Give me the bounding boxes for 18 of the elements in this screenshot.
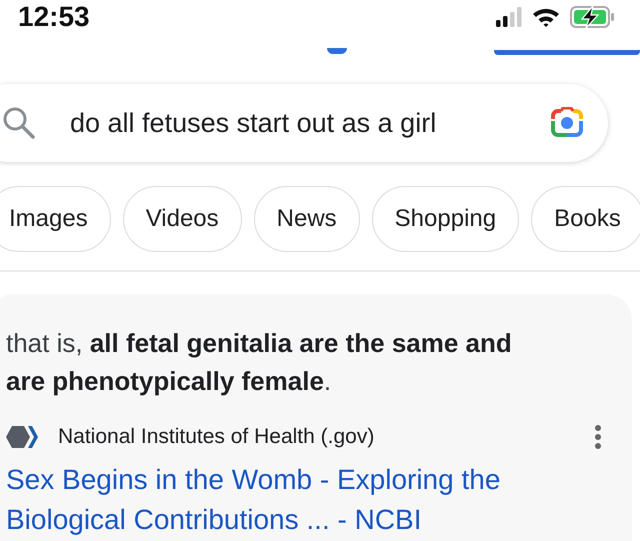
search-icon [2,106,36,140]
filter-chip[interactable]: News [254,186,360,252]
result-snippet: that is, all fetal genitalia are the same and are phenotypically female. [6,327,513,398]
signal-icon [496,7,522,27]
filter-chip[interactable]: Shopping [372,186,520,252]
wifi-icon [532,7,560,27]
search-bar[interactable]: do all fetuses start out as a girl [0,84,608,162]
filter-chip[interactable]: Images [0,186,111,252]
source-name: National Institutes of Health (.gov) [58,425,376,449]
status-time: 12:53 [18,2,90,32]
more-options-icon[interactable] [594,424,602,450]
search-query[interactable]: do all fetuses start out as a girl [70,108,516,138]
result-title-link[interactable]: Sex Begins in the Womb - Exploring the Biological Contributions ... - NCBI [6,460,566,540]
filter-chip[interactable]: Videos [122,186,242,252]
camera-icon[interactable] [550,107,584,139]
battery-charging-icon [570,6,616,28]
filter-chip[interactable]: Books [531,186,640,252]
tab-indicator [327,48,347,54]
